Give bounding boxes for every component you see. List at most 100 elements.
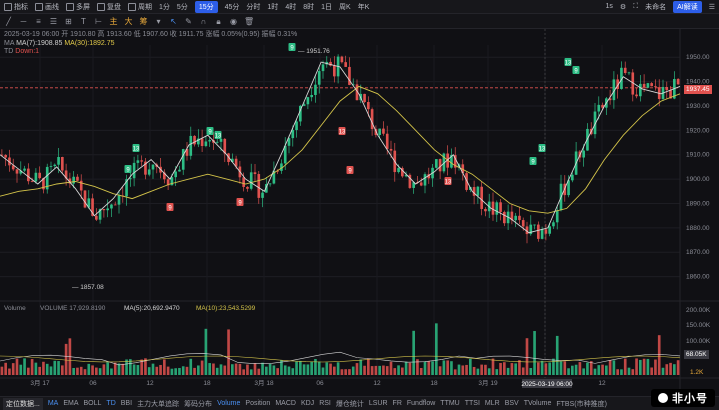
sub-indicator-ttmu[interactable]: TTMU bbox=[440, 400, 459, 407]
lock-icon[interactable]: 🔒︎ bbox=[214, 17, 223, 26]
main-indicator-ma[interactable]: MA bbox=[48, 400, 59, 407]
period-5m[interactable]: 5分 bbox=[177, 2, 188, 12]
volume-bar bbox=[537, 362, 540, 375]
fullscreen-icon[interactable]: ⛶ bbox=[633, 3, 638, 11]
price-tick-label: 1920.00 bbox=[686, 127, 710, 134]
refresh-interval[interactable]: 1s bbox=[606, 3, 613, 10]
sub-indicator-fr[interactable]: FR bbox=[393, 400, 402, 407]
text-tool-icon[interactable]: T bbox=[79, 17, 88, 26]
volume-bar bbox=[476, 368, 480, 375]
volume-bar bbox=[276, 368, 279, 375]
period-menu[interactable]: 周期 bbox=[128, 2, 152, 12]
time-tick-label: 3月 18 bbox=[254, 379, 274, 387]
volume-bar bbox=[91, 365, 94, 375]
volume-bar bbox=[620, 369, 623, 375]
sub-indicator-mlr[interactable]: MLR bbox=[485, 400, 500, 407]
multi-screen-menu[interactable]: 多屏 bbox=[66, 2, 90, 12]
sub-indicator-volume[interactable]: Volume bbox=[217, 400, 240, 407]
indicators-menu[interactable]: 指标 bbox=[4, 2, 28, 12]
shape-tool-icon[interactable]: ⊞ bbox=[64, 17, 73, 26]
candle-body bbox=[582, 150, 585, 158]
period-45m[interactable]: 45分 bbox=[225, 2, 240, 12]
settings-icon[interactable]: ⚙ bbox=[620, 3, 626, 11]
sub-indicator-bsv[interactable]: BSV bbox=[505, 400, 519, 407]
main-indicator-bigorder[interactable]: 主力大单追踪 bbox=[137, 399, 179, 409]
volume-bar bbox=[79, 366, 83, 375]
candle-body bbox=[268, 183, 272, 185]
sub-indicator-rsi[interactable]: RSI bbox=[319, 400, 331, 407]
period-8h[interactable]: 8时 bbox=[303, 2, 314, 12]
line-tool-icon[interactable]: ╱ bbox=[4, 17, 13, 26]
volume-bar bbox=[499, 363, 502, 375]
volume-bar bbox=[185, 366, 189, 375]
ai-analysis-button[interactable]: AI解读 bbox=[673, 0, 702, 13]
sub-indicator-liquidation[interactable]: 爆仓统计 bbox=[336, 399, 364, 409]
workspace-name[interactable]: 未命名 bbox=[645, 2, 666, 12]
channel-tool-icon[interactable]: ≡ bbox=[34, 17, 43, 26]
candle-body bbox=[4, 154, 7, 158]
main-indicator-chip[interactable]: 筹码分布 bbox=[184, 399, 212, 409]
candle-body bbox=[49, 166, 53, 167]
trash-icon[interactable]: 🗑︎ bbox=[244, 17, 254, 26]
cursor-icon[interactable]: ↖ bbox=[169, 17, 178, 26]
sub-indicator-fundflow[interactable]: Fundflow bbox=[407, 400, 435, 407]
replay-menu[interactable]: 复盘 bbox=[97, 2, 121, 12]
main-indicator-ema[interactable]: EMA bbox=[63, 400, 78, 407]
sub-indicator-ttsi[interactable]: TTSI bbox=[465, 400, 480, 407]
volume-bar bbox=[197, 365, 200, 375]
volume-bar bbox=[612, 360, 616, 375]
main-indicator-bbi[interactable]: BBI bbox=[121, 400, 132, 407]
volume-bar bbox=[246, 364, 249, 375]
volume-bar bbox=[378, 365, 381, 375]
main-toggle[interactable]: 主 bbox=[109, 17, 118, 26]
eye-icon[interactable]: ◉ bbox=[229, 17, 238, 26]
big-toggle[interactable]: 大 bbox=[124, 17, 133, 26]
candle-body bbox=[521, 220, 525, 227]
pen-icon bbox=[35, 2, 43, 11]
period-15m[interactable]: 15分 bbox=[194, 0, 218, 13]
volume-bar bbox=[480, 364, 483, 375]
period-4h[interactable]: 4时 bbox=[285, 2, 296, 12]
period-1h[interactable]: 1时 bbox=[267, 2, 278, 12]
more-icon[interactable]: ▾ bbox=[154, 17, 163, 26]
locate-data-button[interactable]: 定位数据... bbox=[3, 397, 43, 410]
volume-bar bbox=[552, 358, 555, 375]
volume-bar bbox=[605, 365, 608, 375]
period-1d[interactable]: 1日 bbox=[321, 2, 332, 12]
brush-icon[interactable]: ✎ bbox=[184, 17, 193, 26]
period-1y[interactable]: 年K bbox=[358, 2, 370, 12]
candle-body bbox=[635, 94, 638, 97]
period-1w[interactable]: 周K bbox=[339, 2, 351, 12]
measure-tool-icon[interactable]: ⊢ bbox=[94, 17, 103, 26]
chip-toggle[interactable]: 筹 bbox=[139, 17, 148, 26]
fib-tool-icon[interactable]: ☰ bbox=[49, 17, 58, 26]
main-indicator-boll[interactable]: BOLL bbox=[84, 400, 102, 407]
candle-body bbox=[117, 195, 121, 205]
period-1m[interactable]: 1分 bbox=[159, 2, 170, 12]
sub-indicator-lsur[interactable]: LSUR bbox=[369, 400, 388, 407]
volume-bar bbox=[174, 368, 177, 375]
volume-bar bbox=[166, 366, 170, 375]
volume-bar bbox=[238, 363, 242, 375]
sub-indicator-macd[interactable]: MACD bbox=[275, 400, 296, 407]
candlestick-chart[interactable]: 1950.001940.001930.001920.001910.001900.… bbox=[0, 29, 719, 396]
draw-menu[interactable]: 画线 bbox=[35, 2, 59, 12]
menu-icon[interactable]: ☰ bbox=[709, 3, 715, 11]
td-marker-label: 13 bbox=[133, 146, 140, 152]
period-timeshare[interactable]: 分时 bbox=[246, 2, 260, 12]
hline-tool-icon[interactable]: ─ bbox=[19, 17, 28, 26]
grid-icon bbox=[66, 2, 74, 11]
sub-indicator-tvolume[interactable]: TVolume bbox=[524, 400, 552, 407]
candle-body bbox=[317, 71, 321, 85]
candle-body bbox=[627, 72, 631, 74]
sub-indicator-ftbs[interactable]: FTBS(市种推度) bbox=[556, 399, 607, 409]
volume-bar bbox=[484, 364, 487, 375]
main-indicator-td[interactable]: TD bbox=[106, 400, 115, 407]
volume-bar bbox=[469, 358, 472, 375]
volume-bar bbox=[200, 360, 204, 375]
magnet-icon[interactable]: ∩ bbox=[199, 17, 208, 26]
volume-bar bbox=[163, 359, 166, 375]
volume-bar bbox=[64, 343, 68, 375]
sub-indicator-position[interactable]: Position bbox=[245, 400, 270, 407]
sub-indicator-kdj[interactable]: KDJ bbox=[301, 400, 314, 407]
